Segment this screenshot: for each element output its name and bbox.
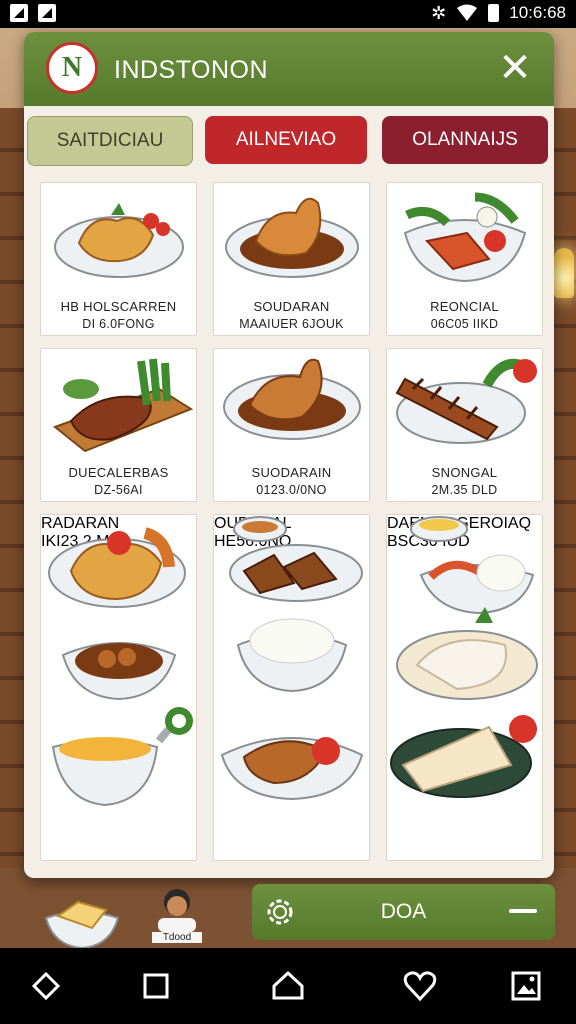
bread-bowl-icon — [44, 900, 120, 948]
wall-panel-left — [0, 108, 26, 868]
notification-icon — [10, 4, 28, 22]
battery-icon — [488, 4, 500, 22]
home-icon[interactable] — [268, 966, 308, 1006]
modal-title: INDSTONON — [114, 56, 269, 84]
dish-name: DUECALERBAS — [68, 465, 169, 480]
wall-panel-right — [554, 108, 576, 868]
dish-price: DI 6.0FONG — [82, 317, 155, 331]
image-icon — [38, 4, 56, 22]
dish-price: 0123.0/0NO — [256, 483, 327, 497]
dish-card[interactable]: REONCIAL 06C05 IIKD — [386, 182, 543, 336]
status-bar: ✲ 10:6:68 — [0, 0, 576, 28]
dish-price: 06C05 IIKD — [430, 317, 499, 331]
favorite-icon[interactable] — [400, 966, 440, 1006]
dish-card[interactable]: OUDREAL HE56.0NO — [213, 514, 370, 861]
dish-price: DZ-56AI — [94, 483, 143, 497]
tab-category-3[interactable]: OLANNAIJS — [382, 116, 548, 164]
lamp-icon — [554, 248, 574, 298]
dish-card[interactable]: DAENOOGEROIAQ BSC30 IUD — [386, 514, 543, 861]
dish-card[interactable]: RADARAN IKI23.2.M9 — [40, 514, 197, 861]
recents-icon[interactable] — [136, 966, 176, 1006]
avatar-label: Tdood — [152, 932, 202, 943]
dish-grid: HB HOLSCARREN DI 6.0FONG SOUDARAN MAAIUE… — [40, 182, 543, 862]
fried-chicken-plate-icon — [54, 203, 184, 278]
gallery-icon[interactable] — [506, 966, 546, 1006]
combo-dishes-icon — [48, 527, 193, 807]
bottom-bar: Tdood DOA — [0, 878, 576, 948]
brand-logo: N — [46, 42, 98, 94]
back-icon[interactable] — [26, 966, 66, 1006]
dish-card[interactable]: SUODARAIN 0123.0/0NO — [213, 348, 370, 502]
category-tabs: SAITDICIAU AILNEVIAO OLANNAIJS — [24, 116, 554, 168]
close-button[interactable]: ✕ — [490, 44, 540, 94]
minus-icon[interactable] — [509, 909, 537, 913]
dish-card[interactable]: SNONGAL 2M.35 DLD — [386, 348, 543, 502]
dish-name: SUODARAIN — [251, 465, 332, 480]
dish-card[interactable]: SOUDARAN MAAIUER 6JOUK — [213, 182, 370, 336]
rice-curry-dishes-icon — [220, 516, 364, 801]
salad-bowl-icon — [403, 192, 527, 283]
skewer-plate-icon — [395, 359, 537, 444]
system-navbar — [0, 948, 576, 1024]
avatar: Tdood — [152, 884, 202, 948]
chicken-leg-plate-icon — [223, 358, 361, 440]
dish-name: SOUDARAN — [253, 299, 330, 314]
modal-header: N INDSTONON ✕ — [24, 32, 554, 106]
wifi-icon — [457, 4, 478, 21]
dish-name: REONCIAL — [430, 299, 499, 314]
dish-price: MAAIUER 6JOUK — [239, 317, 344, 331]
order-button[interactable]: DOA — [252, 884, 555, 940]
grilled-meat-board-icon — [52, 358, 194, 453]
dish-name: SNONGAL — [431, 465, 498, 480]
menu-modal: N INDSTONON ✕ SAITDICIAU AILNEVIAO OLANN… — [24, 32, 554, 878]
roast-chicken-plate-icon — [225, 197, 359, 278]
fish-tofu-dishes-icon — [390, 516, 538, 798]
dish-card[interactable]: HB HOLSCARREN DI 6.0FONG — [40, 182, 197, 336]
person-icon — [158, 889, 196, 932]
dish-card[interactable]: DUECALERBAS DZ-56AI — [40, 348, 197, 502]
dish-name: HB HOLSCARREN — [60, 299, 177, 314]
bluetooth-icon: ✲ — [431, 3, 447, 23]
dish-price: 2M.35 DLD — [431, 483, 498, 497]
tab-category-2[interactable]: AILNEVIAO — [205, 116, 367, 164]
clock: 10:6:68 — [509, 3, 566, 22]
tab-category-1[interactable]: SAITDICIAU — [27, 116, 193, 166]
